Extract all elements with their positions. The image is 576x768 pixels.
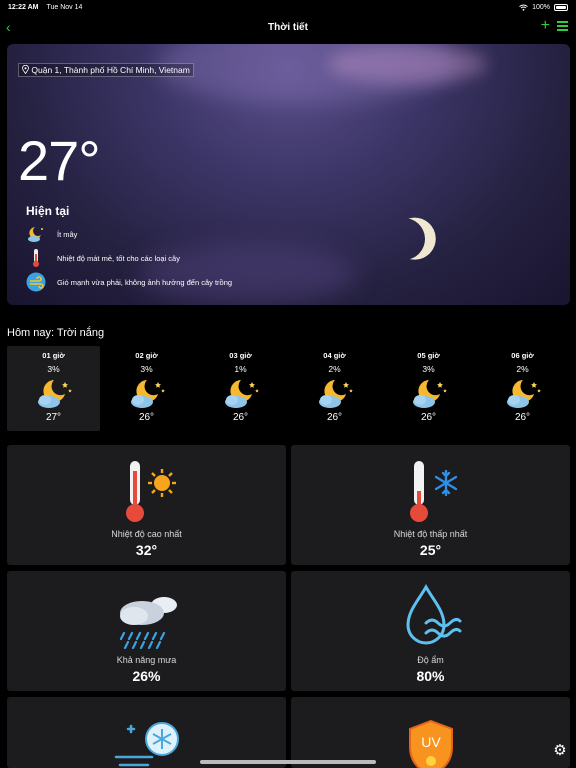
uv-index-card[interactable]: UV <box>291 697 570 768</box>
water-drop-icon <box>396 583 466 651</box>
status-bar: 12:22 AM Tue Nov 14 100% <box>0 0 576 14</box>
card-label: Nhiệt độ thấp nhất <box>393 529 468 539</box>
location-label[interactable]: Quận 1, Thành phố Hồ Chí Minh, Vietnam <box>18 63 194 77</box>
uv-shield-icon: UV <box>396 709 466 768</box>
hour-temperature: 26° <box>326 412 343 423</box>
thermometer-icon <box>26 248 46 268</box>
hour-temperature: 26° <box>138 412 155 423</box>
card-label: Độ ẩm <box>417 655 444 665</box>
hour-label: 01 giờ <box>42 351 65 360</box>
battery-percent: 100% <box>532 3 550 11</box>
card-value: 26% <box>132 668 161 684</box>
location-pin-icon <box>22 64 29 75</box>
min-temperature-card[interactable]: Nhiệt độ thấp nhất 25° <box>291 445 570 565</box>
moon-cloud-icon <box>503 376 543 410</box>
precip-chance: 3% <box>422 364 435 374</box>
current-label: Hiện tại <box>26 204 70 218</box>
precip-chance: 1% <box>234 364 247 374</box>
home-indicator <box>200 760 376 764</box>
moon-cloud-icon <box>221 376 261 410</box>
precip-chance: 3% <box>140 364 153 374</box>
hour-forecast-item[interactable]: 06 giờ 2% 26° <box>476 346 569 431</box>
condition-row: Gió mạnh vừa phải, không ảnh hưởng đến c… <box>26 272 232 292</box>
location-text: Quận 1, Thành phố Hồ Chí Minh, Vietnam <box>31 65 190 75</box>
hour-label: 04 giờ <box>323 351 346 360</box>
card-label: Khả năng mưa <box>116 655 177 665</box>
current-temperature: 27° <box>18 129 101 192</box>
precip-chance: 2% <box>328 364 341 374</box>
navigation-bar: ‹ Thời tiết + <box>0 14 576 40</box>
card-label: Nhiệt độ cao nhất <box>111 529 182 539</box>
max-temperature-card[interactable]: Nhiệt độ cao nhất 32° <box>7 445 286 565</box>
hour-forecast-item[interactable]: 02 giờ 3% 26° <box>100 346 193 431</box>
wind-snow-icon <box>112 709 182 768</box>
card-value: 80% <box>416 668 445 684</box>
condition-text: Nhiệt độ mát mẻ, tốt cho các loại cây <box>57 253 180 263</box>
page-title: Thời tiết <box>268 21 308 33</box>
back-button[interactable]: ‹ <box>6 19 11 35</box>
hour-label: 06 giờ <box>511 351 534 360</box>
humidity-card[interactable]: Độ ẩm 80% <box>291 571 570 691</box>
wind-icon <box>26 272 46 292</box>
settings-gear-button[interactable]: ⚙ <box>552 743 568 759</box>
hour-forecast-item[interactable]: 05 giờ 3% 26° <box>382 346 475 431</box>
moon-icon <box>377 212 431 266</box>
precip-chance: 3% <box>47 364 60 374</box>
thermometer-sun-icon <box>112 457 182 525</box>
moon-cloud-icon <box>26 224 46 244</box>
add-button[interactable]: + <box>541 17 550 35</box>
hour-temperature: 26° <box>420 412 437 423</box>
moon-cloud-icon <box>315 376 355 410</box>
condition-text: Gió mạnh vừa phải, không ảnh hưởng đến c… <box>57 277 233 287</box>
hour-temperature: 26° <box>232 412 249 423</box>
status-date: Tue Nov 14 <box>46 3 83 11</box>
rain-chance-card[interactable]: Khả năng mưa 26% <box>7 571 286 691</box>
uv-badge-text: UV <box>421 734 441 750</box>
hour-label: 03 giờ <box>229 351 252 360</box>
hour-label: 02 giờ <box>135 351 158 360</box>
condition-row: Nhiệt độ mát mẻ, tốt cho các loại cây <box>26 248 180 268</box>
battery-icon <box>554 3 568 11</box>
hour-forecast-item[interactable]: 01 giờ 3% 27° <box>7 346 100 431</box>
moon-cloud-icon <box>34 376 74 410</box>
condition-text: Ít mây <box>57 229 78 239</box>
card-value: 32° <box>135 542 158 558</box>
status-time: 12:22 AM <box>8 3 39 11</box>
current-weather-hero: Quận 1, Thành phố Hồ Chí Minh, Vietnam 2… <box>7 44 570 305</box>
rain-cloud-icon <box>112 583 182 651</box>
moon-cloud-icon <box>127 376 167 410</box>
moon-cloud-icon <box>409 376 449 410</box>
hour-temperature: 26° <box>514 412 531 423</box>
wind-card[interactable] <box>7 697 286 768</box>
hour-forecast-item[interactable]: 04 giờ 2% 26° <box>288 346 381 431</box>
thermometer-snow-icon <box>396 457 466 525</box>
card-value: 25° <box>419 542 442 558</box>
hour-forecast-item[interactable]: 03 giờ 1% 26° <box>194 346 287 431</box>
hour-label: 05 giờ <box>417 351 440 360</box>
condition-row: Ít mây <box>26 224 77 244</box>
list-button[interactable] <box>557 21 568 31</box>
precip-chance: 2% <box>516 364 529 374</box>
wifi-icon <box>519 4 528 11</box>
today-summary: Hôm nay: Trời nắng <box>7 327 105 339</box>
hour-temperature: 27° <box>45 412 62 423</box>
